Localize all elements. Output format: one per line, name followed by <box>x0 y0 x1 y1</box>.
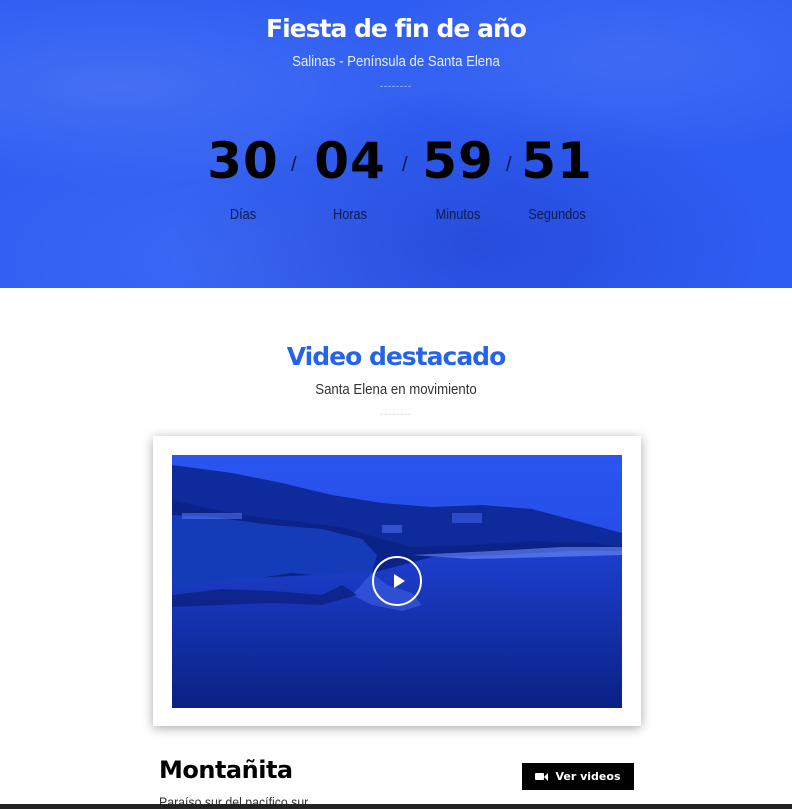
video-player[interactable] <box>172 455 622 708</box>
countdown-days-label: Días <box>229 206 257 223</box>
featured-divider: -------- <box>380 409 412 419</box>
countdown-minutes: 59 Minutos <box>403 132 513 223</box>
countdown-seconds-value: 51 <box>521 132 593 190</box>
view-videos-button[interactable]: Ver videos <box>522 763 634 790</box>
countdown-timer: 30 Días / 04 Horas / 59 Minutos / 51 Seg… <box>0 132 792 242</box>
countdown-seconds-label: Segundos <box>528 206 586 223</box>
countdown-hours-label: Horas <box>332 206 367 223</box>
featured-video-subtitle: Santa Elena en movimiento <box>315 381 477 398</box>
window-bottom-edge <box>0 804 792 809</box>
hero-subtitle: Salinas - Península de Santa Elena <box>292 53 500 70</box>
view-videos-label: Ver videos <box>555 770 621 783</box>
countdown-hours: 04 Horas <box>295 132 405 223</box>
countdown-minutes-value: 59 <box>422 132 494 190</box>
hero-divider: -------- <box>380 81 412 91</box>
play-button[interactable] <box>372 556 422 606</box>
countdown-hours-value: 04 <box>314 132 386 190</box>
video-camera-icon <box>535 772 549 781</box>
countdown-days: 30 Días <box>188 132 298 223</box>
play-icon <box>393 574 405 588</box>
countdown-minutes-label: Minutos <box>435 206 481 223</box>
video-card <box>153 436 641 726</box>
destination-title: Montañita <box>159 756 293 784</box>
countdown-days-value: 30 <box>207 132 279 190</box>
featured-video-title: Video destacado <box>286 342 507 371</box>
hero-title: Fiesta de fin de año <box>266 14 527 43</box>
countdown-seconds: 51 Segundos <box>502 132 612 223</box>
hero-banner: Fiesta de fin de año Salinas - Península… <box>0 0 792 288</box>
